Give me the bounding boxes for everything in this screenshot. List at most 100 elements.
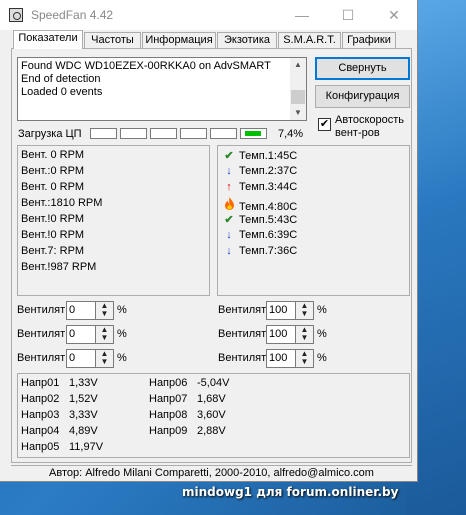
maximize-window-button[interactable]: ☐ [325,0,371,30]
fan-speed-spinner[interactable]: 0 ▲ ▼ [66,325,114,344]
percent-sign: % [117,352,127,364]
voltage-value: -5,04V [197,377,230,389]
speedfan-window: SpeedFan 4.42 — ☐ ✕ Показатели Частоты И… [0,0,418,482]
voltage-value: 1,68V [197,393,226,405]
voltage-name: Напр09 [149,425,188,437]
fan-speed-label: Вентилят [17,328,66,340]
spinner-arrows-icon[interactable]: ▲ ▼ [95,326,113,343]
voltage-name: Напр04 [21,425,60,437]
fan-speed-spinner[interactable]: 100 ▲ ▼ [266,325,314,344]
cpu-usage-percent: 7,4% [278,128,304,140]
temperature-reading: ✔ Темп.5:43C [222,213,297,228]
spinner-value: 0 [69,328,76,340]
scroll-thumb[interactable] [291,90,305,104]
scroll-up-icon[interactable]: ▲ [290,58,306,72]
cpu-usage-cell-active [240,128,267,139]
fan-speed-spinner[interactable]: 100 ▲ ▼ [266,301,314,320]
temperature-reading: ↑ Темп.3:44C [222,181,297,196]
voltage-name: Напр07 [149,393,188,405]
spinner-arrows-icon[interactable]: ▲ ▼ [295,326,313,343]
fan-speed-reading: Вент.:1810 RPM [21,197,103,209]
autospeed-checkbox[interactable]: ✔ [318,118,331,131]
fan-speed-label: Вентилят [218,304,267,316]
temperature-label: Темп.1:45C [239,150,298,162]
flame-icon [222,197,236,213]
percent-sign: % [117,304,127,316]
temperature-reading: ↓ Темп.6:39C [222,229,297,244]
arrow-down-icon: ↓ [226,229,232,241]
fan-speed-reading: Вент.!0 RPM [21,213,85,225]
close-window-button[interactable]: ✕ [371,0,417,30]
arrow-down-icon: ↓ [226,165,232,177]
voltage-reading: Напр02 1,52V [21,393,98,405]
fan-speed-spinner[interactable]: 0 ▲ ▼ [66,349,114,368]
temperature-label: Темп.5:43C [239,214,298,226]
cpu-usage-label: Загрузка ЦП [18,128,82,140]
spinner-value: 100 [269,352,288,364]
arrow-down-icon: ↓ [226,245,232,257]
temperature-label: Темп.4:80C [239,201,298,213]
tab-readings[interactable]: Показатели [13,30,83,49]
window-title: SpeedFan 4.42 [31,8,114,22]
fan-speed-spinner[interactable]: 0 ▲ ▼ [66,301,114,320]
log-scrollbar[interactable]: ▲ ▼ [290,58,306,120]
voltage-reading: Напр08 3,60V [149,409,226,421]
spinner-arrows-icon[interactable]: ▲ ▼ [95,350,113,367]
percent-sign: % [317,352,327,364]
arrow-up-icon: ↑ [226,181,232,193]
app-icon [9,8,23,22]
temperature-label: Темп.7:36C [239,245,298,257]
spinner-value: 100 [269,304,288,316]
voltage-reading: Напр04 4,89V [21,425,98,437]
cpu-usage-cell [180,128,207,139]
minimize-button[interactable]: Свернуть [315,57,410,80]
fan-speed-reading: Вент.7: RPM [21,245,85,257]
spinner-value: 100 [269,328,288,340]
fan-speed-reading: Вент.!0 RPM [21,229,85,241]
fan-speed-label: Вентилят [218,328,267,340]
voltage-value: 4,89V [69,425,98,437]
cpu-usage-cell [150,128,177,139]
voltage-name: Напр05 [21,441,60,453]
cpu-usage-fill [245,131,261,136]
fan-speed-reading: Вент.:0 RPM [21,165,85,177]
voltage-name: Напр08 [149,409,188,421]
fan-speed-label: Вентилят [17,352,66,364]
tab-clock[interactable]: Частоты [84,32,141,48]
spinner-arrows-icon[interactable]: ▲ ▼ [295,302,313,319]
spinner-arrows-icon[interactable]: ▲ ▼ [295,350,313,367]
temperature-label: Темп.2:37C [239,165,298,177]
voltage-name: Напр01 [21,377,60,389]
scroll-down-icon[interactable]: ▼ [290,106,306,120]
fan-speed-reading: Вент. 0 RPM [21,149,85,161]
temperature-reading: ↓ Темп.2:37C [222,165,297,180]
tab-exotics[interactable]: Экзотика [217,32,277,48]
cpu-usage-cell [120,128,147,139]
spinner-value: 0 [69,352,76,364]
tab-info[interactable]: Информация [142,32,216,48]
voltage-name: Напр02 [21,393,60,405]
cpu-usage-cell [90,128,117,139]
check-icon: ✔ [224,150,234,162]
cpu-usage-cell [210,128,237,139]
fan-speed-label: Вентилят [218,352,267,364]
event-log[interactable]: Found WDC WD10EZEX-00RKKA0 on AdvSMART E… [17,57,307,121]
spinner-value: 0 [69,304,76,316]
voltage-value: 1,33V [69,377,98,389]
log-line: Loaded 0 events [21,86,103,98]
voltage-value: 11,97V [69,441,104,453]
minimize-window-button[interactable]: — [279,0,325,30]
voltage-reading: Напр07 1,68V [149,393,226,405]
title-bar[interactable]: SpeedFan 4.42 — ☐ ✕ [0,0,417,30]
spinner-arrows-icon[interactable]: ▲ ▼ [95,302,113,319]
percent-sign: % [317,304,327,316]
tab-smart[interactable]: S.M.A.R.T. [278,32,341,48]
tab-charts[interactable]: Графики [342,32,396,48]
fan-speed-spinner[interactable]: 100 ▲ ▼ [266,349,314,368]
configure-button[interactable]: Конфигурация [315,85,410,108]
voltage-value: 3,60V [197,409,226,421]
voltage-reading: Напр01 1,33V [21,377,98,389]
fan-speed-reading: Вент.!987 RPM [21,261,97,273]
log-line: End of detection [21,73,101,85]
voltage-name: Напр06 [149,377,188,389]
